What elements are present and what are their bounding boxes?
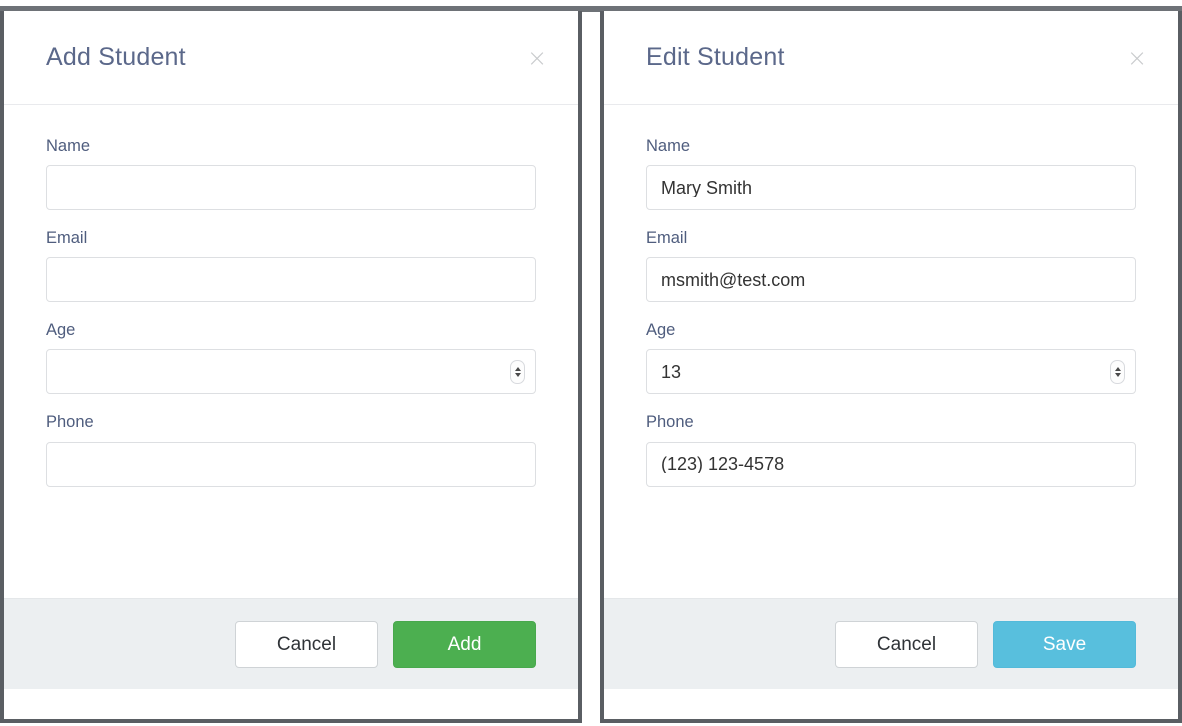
chevron-up-icon[interactable] xyxy=(514,366,521,371)
number-stepper-icon[interactable] xyxy=(510,359,525,384)
phone-input-value: (123) 123-4578 xyxy=(661,455,785,474)
chevron-up-icon[interactable] xyxy=(1114,366,1121,371)
chevron-down-icon[interactable] xyxy=(1114,372,1121,377)
age-input-value: 13 xyxy=(661,362,682,381)
email-label: Email xyxy=(46,229,88,248)
screen-root: Add Student × Name Email Age Phone Cance… xyxy=(0,0,1182,726)
add-button[interactable]: Add xyxy=(393,620,536,668)
form-group-age: Age xyxy=(46,321,536,395)
edit-student-dialog-frame: Edit Student × Name Mary Smith Email msm… xyxy=(600,11,1182,723)
form-group-name: Name xyxy=(46,137,536,211)
page-title: Edit Student xyxy=(646,43,785,71)
age-input[interactable] xyxy=(46,349,536,395)
cancel-button[interactable]: Cancel xyxy=(835,620,978,668)
form-group-email: Email xyxy=(46,229,536,303)
name-input[interactable] xyxy=(46,165,536,211)
form-group-name: Name Mary Smith xyxy=(646,137,1136,211)
name-input[interactable]: Mary Smith xyxy=(646,165,1136,211)
name-label: Name xyxy=(46,137,91,155)
phone-input[interactable]: (123) 123-4578 xyxy=(646,441,1136,487)
add-student-dialog-frame: Add Student × Name Email Age Phone Cance… xyxy=(0,11,582,723)
form-group-phone: Phone xyxy=(46,413,536,487)
add-dialog-bottom-gap xyxy=(4,689,578,719)
edit-dialog-bottom-gap xyxy=(604,689,1178,719)
phone-input[interactable] xyxy=(46,441,536,487)
email-input-value: msmith@test.com xyxy=(661,270,806,289)
add-student-dialog: Add Student × Name Email Age Phone Cance… xyxy=(4,11,578,719)
save-button[interactable]: Save xyxy=(993,620,1136,668)
chevron-down-icon[interactable] xyxy=(514,372,521,377)
edit-student-footer: Cancel Save xyxy=(604,598,1178,689)
edit-student-form: Name Mary Smith Email msmith@test.com Ag… xyxy=(604,105,1178,598)
email-label: Email xyxy=(646,229,688,248)
add-student-form: Name Email Age Phone xyxy=(4,105,578,598)
form-group-email: Email msmith@test.com xyxy=(646,229,1136,303)
phone-label: Phone xyxy=(46,413,94,432)
edit-student-header: Edit Student × xyxy=(604,11,1178,105)
phone-label: Phone xyxy=(646,413,694,432)
close-icon[interactable]: × xyxy=(524,45,550,71)
add-student-header: Add Student × xyxy=(4,11,578,105)
age-label: Age xyxy=(46,321,76,340)
email-input[interactable] xyxy=(46,257,536,303)
page-title: Add Student xyxy=(46,43,186,71)
age-label: Age xyxy=(646,321,676,340)
email-input[interactable]: msmith@test.com xyxy=(646,257,1136,303)
name-label: Name xyxy=(646,137,691,155)
age-input[interactable]: 13 xyxy=(646,349,1136,395)
name-input-value: Mary Smith xyxy=(661,178,753,197)
number-stepper-icon[interactable] xyxy=(1110,359,1125,384)
form-group-age: Age 13 xyxy=(646,321,1136,395)
close-icon[interactable]: × xyxy=(1124,45,1150,71)
edit-student-dialog: Edit Student × Name Mary Smith Email msm… xyxy=(604,11,1178,719)
add-student-footer: Cancel Add xyxy=(4,598,578,689)
cancel-button[interactable]: Cancel xyxy=(235,620,378,668)
form-group-phone: Phone (123) 123-4578 xyxy=(646,413,1136,487)
